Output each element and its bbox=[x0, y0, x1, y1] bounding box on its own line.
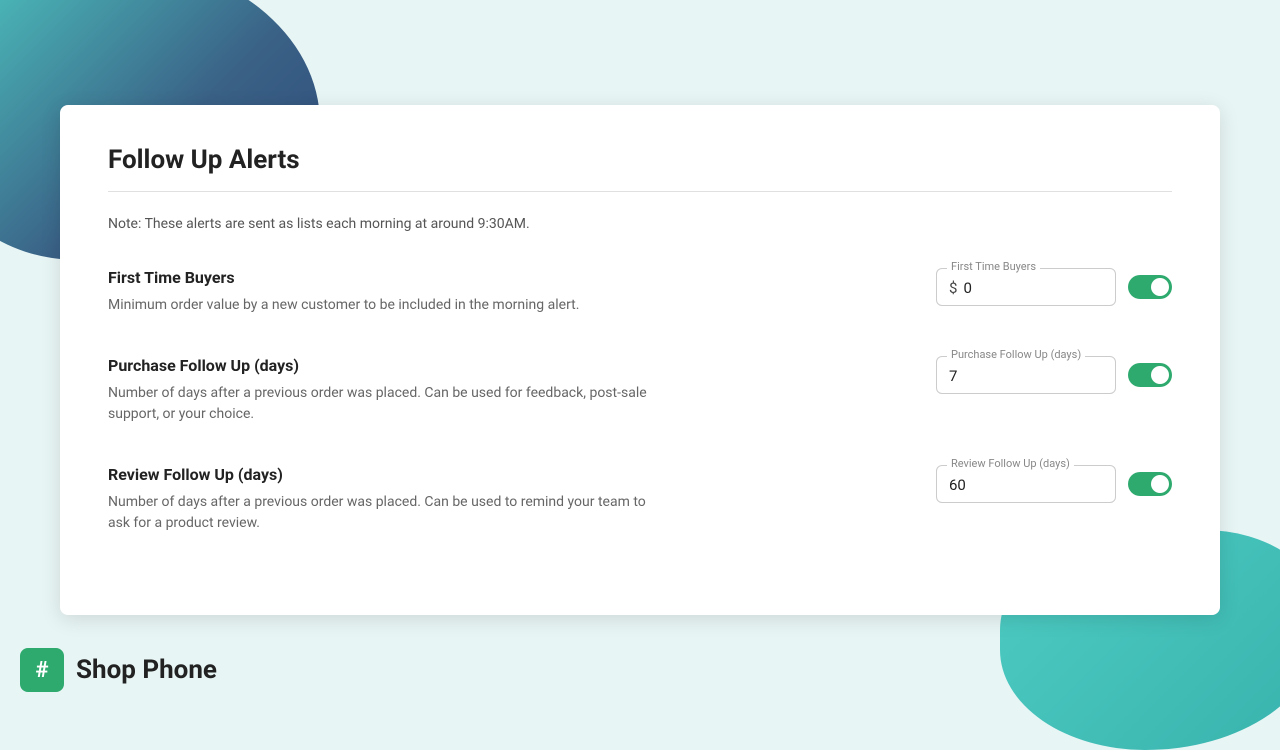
brand-logo: # Shop Phone bbox=[20, 648, 217, 692]
alert-title-purchase-follow-up: Purchase Follow Up (days) bbox=[108, 356, 668, 375]
toggle-knob-review-follow-up bbox=[1151, 475, 1169, 493]
main-card: Follow Up Alerts Note: These alerts are … bbox=[60, 105, 1220, 615]
brand-icon: # bbox=[20, 648, 64, 692]
alerts-container: First Time Buyers Minimum order value by… bbox=[108, 268, 1172, 534]
toggle-first-time-buyers[interactable] bbox=[1128, 275, 1172, 299]
alert-title-first-time-buyers: First Time Buyers bbox=[108, 268, 579, 287]
alert-desc-review-follow-up: Number of days after a previous order wa… bbox=[108, 492, 668, 534]
note-text: Note: These alerts are sent as lists eac… bbox=[108, 216, 1172, 232]
bottom-bar: # Shop Phone bbox=[0, 620, 1280, 720]
field-value-first-time-buyers[interactable]: 0 bbox=[963, 279, 971, 297]
alert-info-purchase-follow-up: Purchase Follow Up (days) Number of days… bbox=[108, 356, 668, 425]
field-wrapper-review-follow-up: Review Follow Up (days) 60 bbox=[936, 465, 1116, 503]
field-wrapper-first-time-buyers: First Time Buyers $ 0 bbox=[936, 268, 1116, 306]
field-value-review-follow-up[interactable]: 60 bbox=[949, 476, 966, 494]
alert-row-purchase-follow-up: Purchase Follow Up (days) Number of days… bbox=[108, 356, 1172, 425]
alert-control-review-follow-up: Review Follow Up (days) 60 bbox=[936, 465, 1172, 503]
title-divider bbox=[108, 191, 1172, 192]
alert-desc-purchase-follow-up: Number of days after a previous order wa… bbox=[108, 383, 668, 425]
alert-row-review-follow-up: Review Follow Up (days) Number of days a… bbox=[108, 465, 1172, 534]
field-label-first-time-buyers: First Time Buyers bbox=[947, 260, 1040, 273]
alert-desc-first-time-buyers: Minimum order value by a new customer to… bbox=[108, 295, 579, 316]
alert-control-purchase-follow-up: Purchase Follow Up (days) 7 bbox=[936, 356, 1172, 394]
page-title: Follow Up Alerts bbox=[108, 145, 1172, 175]
field-wrapper-purchase-follow-up: Purchase Follow Up (days) 7 bbox=[936, 356, 1116, 394]
alert-info-review-follow-up: Review Follow Up (days) Number of days a… bbox=[108, 465, 668, 534]
brand-icon-symbol: # bbox=[35, 658, 48, 683]
toggle-knob-purchase-follow-up bbox=[1151, 366, 1169, 384]
toggle-purchase-follow-up[interactable] bbox=[1128, 363, 1172, 387]
toggle-knob-first-time-buyers bbox=[1151, 278, 1169, 296]
alert-info-first-time-buyers: First Time Buyers Minimum order value by… bbox=[108, 268, 579, 316]
field-prefix-first-time-buyers: $ bbox=[949, 279, 957, 297]
field-input-row-review-follow-up: 60 bbox=[949, 472, 1103, 494]
toggle-review-follow-up[interactable] bbox=[1128, 472, 1172, 496]
field-label-review-follow-up: Review Follow Up (days) bbox=[947, 457, 1074, 470]
brand-name: Shop Phone bbox=[76, 655, 217, 685]
field-input-row-first-time-buyers: $ 0 bbox=[949, 275, 1103, 297]
field-value-purchase-follow-up[interactable]: 7 bbox=[949, 367, 957, 385]
field-label-purchase-follow-up: Purchase Follow Up (days) bbox=[947, 348, 1085, 361]
field-input-row-purchase-follow-up: 7 bbox=[949, 363, 1103, 385]
alert-title-review-follow-up: Review Follow Up (days) bbox=[108, 465, 668, 484]
alert-row-first-time-buyers: First Time Buyers Minimum order value by… bbox=[108, 268, 1172, 316]
alert-control-first-time-buyers: First Time Buyers $ 0 bbox=[936, 268, 1172, 306]
